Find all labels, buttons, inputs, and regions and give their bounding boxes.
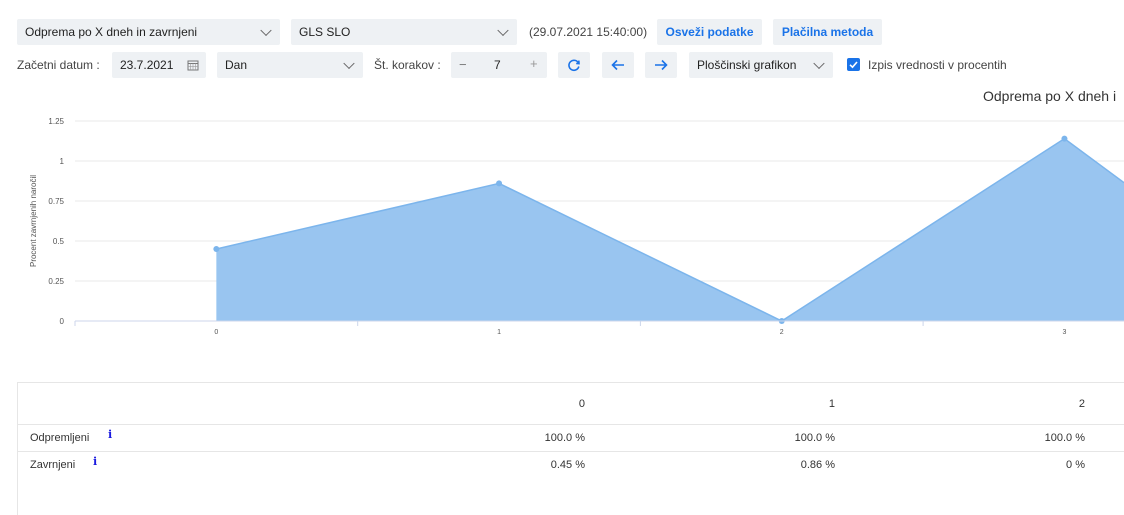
steps-label: Št. korakov :: [374, 58, 441, 72]
chevron-down-icon: [260, 24, 272, 37]
chevron-down-icon: [497, 24, 509, 37]
table-cell: 0 %: [1066, 459, 1085, 471]
y-tick-label: 0.75: [48, 197, 64, 206]
refresh-data-button[interactable]: Osveži podatke: [657, 19, 762, 45]
chart-title: Odprema po X dneh i: [983, 88, 1116, 104]
row-label: Zavrnjeni: [30, 459, 76, 471]
data-table: 0 1 2 Odpremljeni i 100.0 % 100.0 % 100.…: [0, 382, 1124, 515]
table-cell: 100.0 %: [1044, 432, 1085, 444]
y-ticks: 0 0.25 0.5 0.75 1 1.25: [48, 117, 64, 326]
next-button[interactable]: [645, 52, 677, 78]
table-cell: 100.0 %: [794, 432, 835, 444]
chart-type-select-value: Ploščinski grafikon: [697, 58, 797, 72]
y-tick-label: 0.5: [53, 237, 65, 246]
table-cell: 100.0 %: [544, 432, 585, 444]
table-cell: 0.86 %: [800, 459, 835, 471]
area-chart: Odprema po X dneh i Procent zavrnjenih n…: [29, 88, 1124, 336]
report-select[interactable]: Odprema po X dneh in zavrnjeni: [17, 19, 280, 45]
column-header: 1: [828, 398, 835, 410]
column-header: 0: [578, 398, 585, 410]
report-select-value: Odprema po X dneh in zavrnjeni: [25, 25, 198, 39]
calendar-icon: [187, 60, 199, 71]
info-icon[interactable]: i: [108, 428, 112, 441]
steps-stepper[interactable]: − 7 +: [451, 52, 547, 78]
x-tick-label: 2: [780, 329, 784, 336]
steps-increment-button[interactable]: +: [530, 56, 538, 71]
x-tick-label: 3: [1062, 329, 1066, 336]
data-point[interactable]: [213, 246, 220, 252]
y-tick-label: 1.25: [48, 117, 64, 126]
y-axis-label: Procent zavrnjenih naročil: [29, 175, 38, 267]
percent-checkbox-label: Izpis vrednosti v procentih: [868, 58, 1007, 72]
table-row: Odpremljeni i 100.0 % 100.0 % 100.0 %: [17, 424, 1124, 452]
table-header-row: 0 1 2: [17, 382, 1124, 425]
start-date-input[interactable]: 23.7.2021: [112, 52, 206, 78]
start-date-value: 23.7.2021: [120, 58, 174, 72]
chevron-down-icon: [813, 57, 825, 70]
data-point[interactable]: [1061, 135, 1068, 142]
table-cell: 0.45 %: [550, 459, 585, 471]
column-header: 2: [1078, 398, 1085, 410]
period-select-value: Dan: [225, 58, 248, 72]
percent-checkbox[interactable]: [847, 58, 860, 71]
steps-decrement-button[interactable]: −: [459, 57, 467, 72]
area-series: [213, 135, 1124, 324]
refresh-icon: [568, 59, 580, 72]
carrier-select-value: GLS SLO: [299, 25, 351, 39]
previous-button[interactable]: [602, 52, 634, 78]
y-tick-label: 1: [60, 157, 65, 166]
timestamp: (29.07.2021 15:40:00): [529, 25, 648, 39]
arrow-left-icon: [611, 59, 624, 71]
payment-method-button[interactable]: Plačilna metoda: [773, 19, 882, 45]
y-tick-label: 0: [60, 317, 65, 326]
arrow-right-icon: [655, 59, 668, 71]
start-date-label: Začetni datum :: [17, 58, 100, 72]
steps-value: 7: [494, 58, 501, 72]
checkmark-icon: [849, 61, 858, 69]
row-label: Odpremljeni: [30, 432, 90, 444]
table-row: Zavrnjeni i 0.45 % 0.86 % 0 %: [17, 451, 1124, 479]
reload-button[interactable]: [558, 52, 590, 78]
period-select[interactable]: Dan: [217, 52, 363, 78]
y-tick-label: 0.25: [48, 277, 64, 286]
x-tick-label: 1: [497, 329, 501, 336]
carrier-select[interactable]: GLS SLO: [291, 19, 517, 45]
area-fill: [216, 138, 1124, 321]
x-ticks: 0 1 2 3: [74, 321, 1066, 336]
info-icon[interactable]: i: [93, 455, 97, 468]
chevron-down-icon: [343, 57, 355, 70]
x-tick-label: 0: [214, 329, 218, 336]
chart-type-select[interactable]: Ploščinski grafikon: [689, 52, 833, 78]
data-point[interactable]: [496, 180, 503, 187]
